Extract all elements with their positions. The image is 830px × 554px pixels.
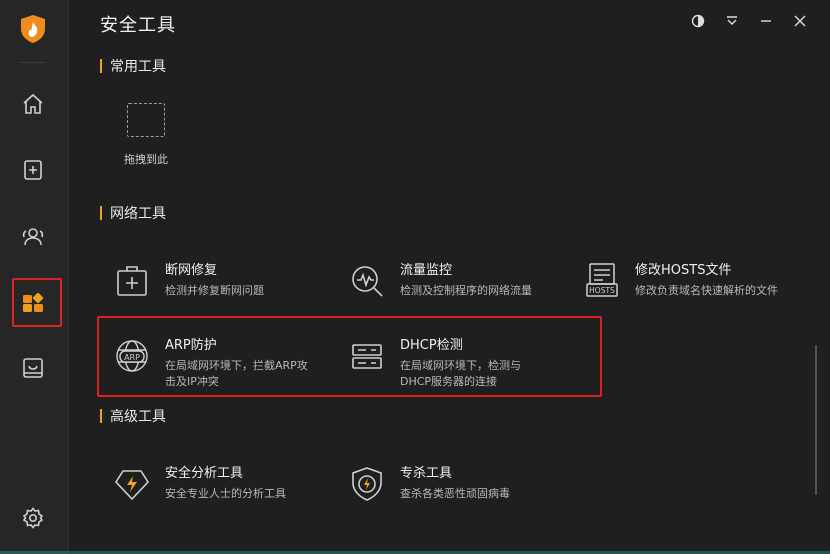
section-accent-bar — [100, 59, 102, 73]
sidebar-item-inbox[interactable] — [20, 355, 46, 381]
tool-description: 检测并修复断网问题 — [165, 284, 264, 297]
hosts-file-icon: HOSTS — [582, 261, 622, 301]
tool-security-analysis[interactable]: 安全分析工具 安全专业人士的分析工具 — [112, 464, 315, 504]
app-logo-icon — [20, 14, 46, 44]
drop-target-slot[interactable] — [127, 103, 165, 137]
sidebar-item-home[interactable] — [20, 91, 46, 117]
hosts-icon-text: HOSTS — [589, 286, 615, 295]
tool-name: DHCP检测 — [400, 338, 463, 353]
arp-icon-text: ARP — [124, 353, 140, 362]
tool-description: 在局域网环境下，检测与DHCP服务器的连接 — [400, 359, 521, 388]
home-icon — [23, 93, 43, 114]
tool-name: 流量监控 — [400, 263, 453, 278]
shield-bolt-icon — [347, 464, 387, 504]
window-controls — [690, 13, 808, 29]
sidebar-item-users[interactable] — [20, 223, 46, 249]
tool-description: 修改负责域名快速解析的文件 — [635, 284, 778, 297]
tool-net-repair[interactable]: 断网修复 检测并修复断网问题 — [112, 261, 315, 301]
tool-name: 断网修复 — [165, 263, 218, 278]
sidebar-active-highlight — [12, 278, 62, 327]
tool-arp-protection[interactable]: ARP ARP防护 在局域网环境下，拦截ARP攻击及IP冲突 — [112, 336, 315, 390]
tool-name: 修改HOSTS文件 — [635, 263, 732, 278]
theme-toggle-icon[interactable] — [690, 13, 706, 29]
first-aid-kit-icon — [112, 261, 152, 301]
tool-description: 安全专业人士的分析工具 — [165, 487, 286, 500]
page-title: 安全工具 — [100, 15, 176, 36]
section-title: 高级工具 — [110, 409, 166, 425]
settings-icon — [22, 507, 44, 529]
section-advanced-tools: 高级工具 — [100, 406, 166, 426]
sidebar-divider — [20, 62, 46, 63]
tool-name: 专杀工具 — [400, 466, 453, 481]
traffic-magnifier-icon — [347, 261, 387, 301]
tool-description: 检测及控制程序的网络流量 — [400, 284, 532, 297]
arp-globe-icon: ARP — [112, 336, 152, 376]
tool-name: 安全分析工具 — [165, 466, 244, 481]
shield-plus-icon — [24, 160, 42, 180]
section-title: 网络工具 — [110, 206, 166, 222]
tool-description: 在局域网环境下，拦截ARP攻击及IP冲突 — [165, 359, 308, 388]
section-common-tools: 常用工具 — [100, 56, 166, 76]
inbox-icon — [23, 358, 43, 378]
drop-target-label: 拖拽到此 — [124, 153, 168, 166]
tool-hosts-file[interactable]: HOSTS 修改HOSTS文件 修改负责域名快速解析的文件 — [582, 261, 795, 301]
users-icon — [22, 228, 44, 246]
sidebar — [0, 0, 69, 554]
tool-name: ARP防护 — [165, 338, 217, 353]
tool-dhcp-check[interactable]: DHCP检测 在局域网环境下，检测与DHCP服务器的连接 — [347, 336, 550, 390]
tool-traffic-monitor[interactable]: 流量监控 检测及控制程序的网络流量 — [347, 261, 550, 301]
scrollbar[interactable] — [815, 345, 817, 495]
tool-virus-killer[interactable]: 专杀工具 查杀各类恶性顽固病毒 — [347, 464, 550, 504]
bolt-diamond-icon — [112, 464, 152, 504]
minimize-icon[interactable] — [758, 13, 774, 29]
server-icon — [347, 336, 387, 376]
main-panel: 安全工具 常用工具 拖拽到此 网络工具 断网修复 检测并修复断网问题 流量监控 … — [69, 0, 830, 554]
close-icon[interactable] — [792, 13, 808, 29]
section-title: 常用工具 — [110, 59, 166, 75]
menu-dropdown-icon[interactable] — [724, 13, 740, 29]
section-accent-bar — [100, 206, 102, 220]
section-network-tools: 网络工具 — [100, 203, 166, 223]
section-accent-bar — [100, 409, 102, 423]
sidebar-item-protection[interactable] — [20, 157, 46, 183]
tool-description: 查杀各类恶性顽固病毒 — [400, 487, 510, 500]
sidebar-item-settings[interactable] — [20, 505, 46, 531]
